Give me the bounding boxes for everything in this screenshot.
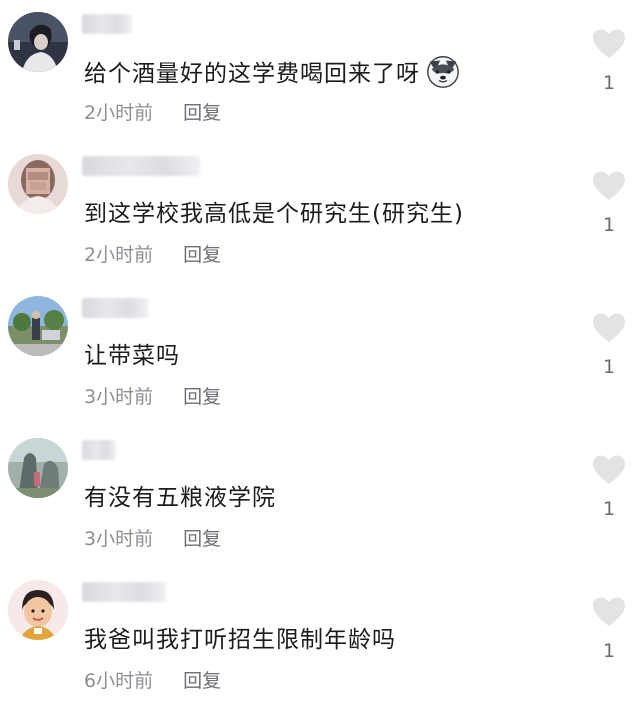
- comment-text: 到这学校我高低是个研究生(研究生): [84, 194, 464, 228]
- like-count: 1: [602, 640, 616, 662]
- comment-text-content: 有没有五粮液学院: [84, 485, 276, 511]
- comment-text: 有没有五粮液学院: [84, 478, 276, 512]
- reply-button[interactable]: 回复: [183, 524, 221, 551]
- heart-icon: [593, 597, 625, 626]
- timestamp: 6小时前: [84, 670, 154, 692]
- like-count: 1: [602, 214, 616, 236]
- comment-meta: 2小时前 回复: [84, 98, 221, 125]
- comment-text-content: 让带菜吗: [84, 343, 180, 369]
- heart-icon: [593, 171, 625, 200]
- comment-text: 让带菜吗: [84, 336, 180, 370]
- reply-button[interactable]: 回复: [183, 98, 221, 125]
- timestamp: 2小时前: [84, 102, 154, 124]
- comment-meta: 6小时前 回复: [84, 666, 221, 693]
- comment-item: 有没有五粮液学院 3小时前 回复 1: [0, 426, 640, 568]
- username-redacted: [82, 156, 200, 176]
- username-redacted: [82, 298, 148, 318]
- like-button[interactable]: 1: [590, 454, 628, 520]
- heart-icon: [593, 29, 625, 58]
- reply-button[interactable]: 回复: [183, 382, 221, 409]
- comment-item: 让带菜吗 3小时前 回复 1: [0, 284, 640, 426]
- avatar[interactable]: [8, 438, 68, 498]
- timestamp: 3小时前: [84, 386, 154, 408]
- heart-icon: [593, 455, 625, 484]
- reply-button[interactable]: 回复: [183, 240, 221, 267]
- like-button[interactable]: 1: [590, 28, 628, 94]
- comment-meta: 3小时前 回复: [84, 382, 221, 409]
- avatar[interactable]: [8, 296, 68, 356]
- comment-text-content: 到这学校我高低是个研究生(研究生): [84, 201, 464, 227]
- avatar[interactable]: [8, 12, 68, 72]
- comment-text: 给个酒量好的这学费喝回来了呀: [84, 52, 462, 90]
- avatar[interactable]: [8, 580, 68, 640]
- husky-dog-emoji-icon: [424, 52, 462, 90]
- username-redacted: [82, 14, 132, 34]
- username-redacted: [82, 582, 166, 602]
- comment-text-content: 给个酒量好的这学费喝回来了呀: [84, 61, 420, 87]
- avatar[interactable]: [8, 154, 68, 214]
- comment-meta: 3小时前 回复: [84, 524, 221, 551]
- comment-item: 我爸叫我打听招生限制年龄吗 6小时前 回复 1: [0, 568, 640, 710]
- like-button[interactable]: 1: [590, 170, 628, 236]
- timestamp: 2小时前: [84, 244, 154, 266]
- reply-button[interactable]: 回复: [183, 666, 221, 693]
- comment-meta: 2小时前 回复: [84, 240, 221, 267]
- like-count: 1: [602, 356, 616, 378]
- heart-icon: [593, 313, 625, 342]
- comment-item: 到这学校我高低是个研究生(研究生) 2小时前 回复 1: [0, 142, 640, 284]
- comment-text: 我爸叫我打听招生限制年龄吗: [84, 620, 396, 654]
- username-redacted: [82, 440, 116, 460]
- like-count: 1: [602, 72, 616, 94]
- like-count: 1: [602, 498, 616, 520]
- comment-text-content: 我爸叫我打听招生限制年龄吗: [84, 627, 396, 653]
- like-button[interactable]: 1: [590, 312, 628, 378]
- timestamp: 3小时前: [84, 528, 154, 550]
- comment-item: 给个酒量好的这学费喝回来了呀 2小时前 回复 1: [0, 0, 640, 142]
- comment-list: 给个酒量好的这学费喝回来了呀 2小时前 回复 1 到这学校我高低是个研究生(研究…: [0, 0, 640, 710]
- like-button[interactable]: 1: [590, 596, 628, 662]
